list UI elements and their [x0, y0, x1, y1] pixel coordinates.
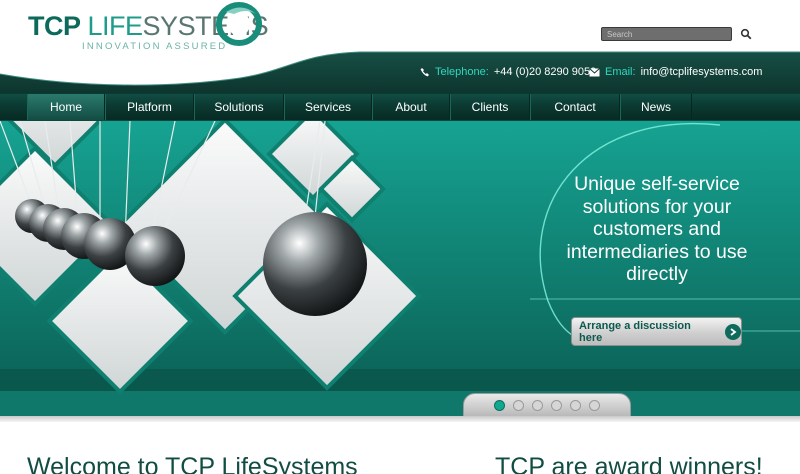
- hero-banner: Unique self-service solutions for your c…: [0, 121, 800, 417]
- phone-icon: [420, 68, 429, 77]
- search-icon[interactable]: [740, 28, 752, 40]
- nav-item-news[interactable]: News: [620, 94, 692, 120]
- nav-filler: [692, 94, 800, 120]
- slide-dot-5[interactable]: [570, 399, 581, 411]
- contact-phone: Telephone: +44 (0)20 8290 9050: [420, 66, 596, 78]
- email-icon: [589, 67, 600, 76]
- main-nav: Home Platform Solutions Services About C…: [0, 93, 800, 121]
- contact-email: Email: info@tcplifesystems.com: [589, 66, 762, 78]
- slide-dot-3[interactable]: [532, 399, 543, 411]
- email-value[interactable]: info@tcplifesystems.com: [641, 66, 763, 78]
- hero-shadow: [0, 416, 800, 422]
- email-label: Email:: [605, 66, 636, 78]
- nav-item-clients[interactable]: Clients: [450, 94, 530, 120]
- nav-item-solutions[interactable]: Solutions: [194, 94, 284, 120]
- nav-item-services[interactable]: Services: [284, 94, 372, 120]
- phone-value[interactable]: +44 (0)20 8290 9050: [494, 66, 596, 78]
- awards-heading: TCP are award winners!: [495, 453, 763, 474]
- page: TCP LIFESYSTEMS INNOVATION ASSURED Searc…: [0, 0, 800, 474]
- slide-dot-4[interactable]: [551, 399, 562, 411]
- nav-item-home[interactable]: Home: [27, 94, 105, 120]
- slide-dot-6[interactable]: [589, 399, 600, 411]
- nav-item-contact[interactable]: Contact: [530, 94, 620, 120]
- logo-ring-icon: [216, 2, 262, 46]
- nav-item-platform[interactable]: Platform: [105, 94, 194, 120]
- arrange-discussion-button[interactable]: Arrange a discussion here: [571, 317, 742, 346]
- search-bar: [601, 27, 752, 41]
- arrow-right-icon: [725, 323, 741, 340]
- slide-dot-2[interactable]: [513, 399, 524, 411]
- search-input[interactable]: [601, 27, 732, 41]
- logo-life: LIFE: [87, 11, 144, 41]
- cta-label: Arrange a discussion here: [579, 319, 691, 344]
- logo-tcp: TCP: [28, 11, 81, 41]
- hero-headline: Unique self-service solutions for your c…: [566, 173, 748, 285]
- slider-pagination: [463, 393, 631, 417]
- slide-dot-1[interactable]: [494, 399, 505, 411]
- welcome-heading: Welcome to TCP LifeSystems: [27, 453, 358, 474]
- phone-label: Telephone:: [435, 66, 489, 78]
- nav-item-about[interactable]: About: [372, 94, 450, 120]
